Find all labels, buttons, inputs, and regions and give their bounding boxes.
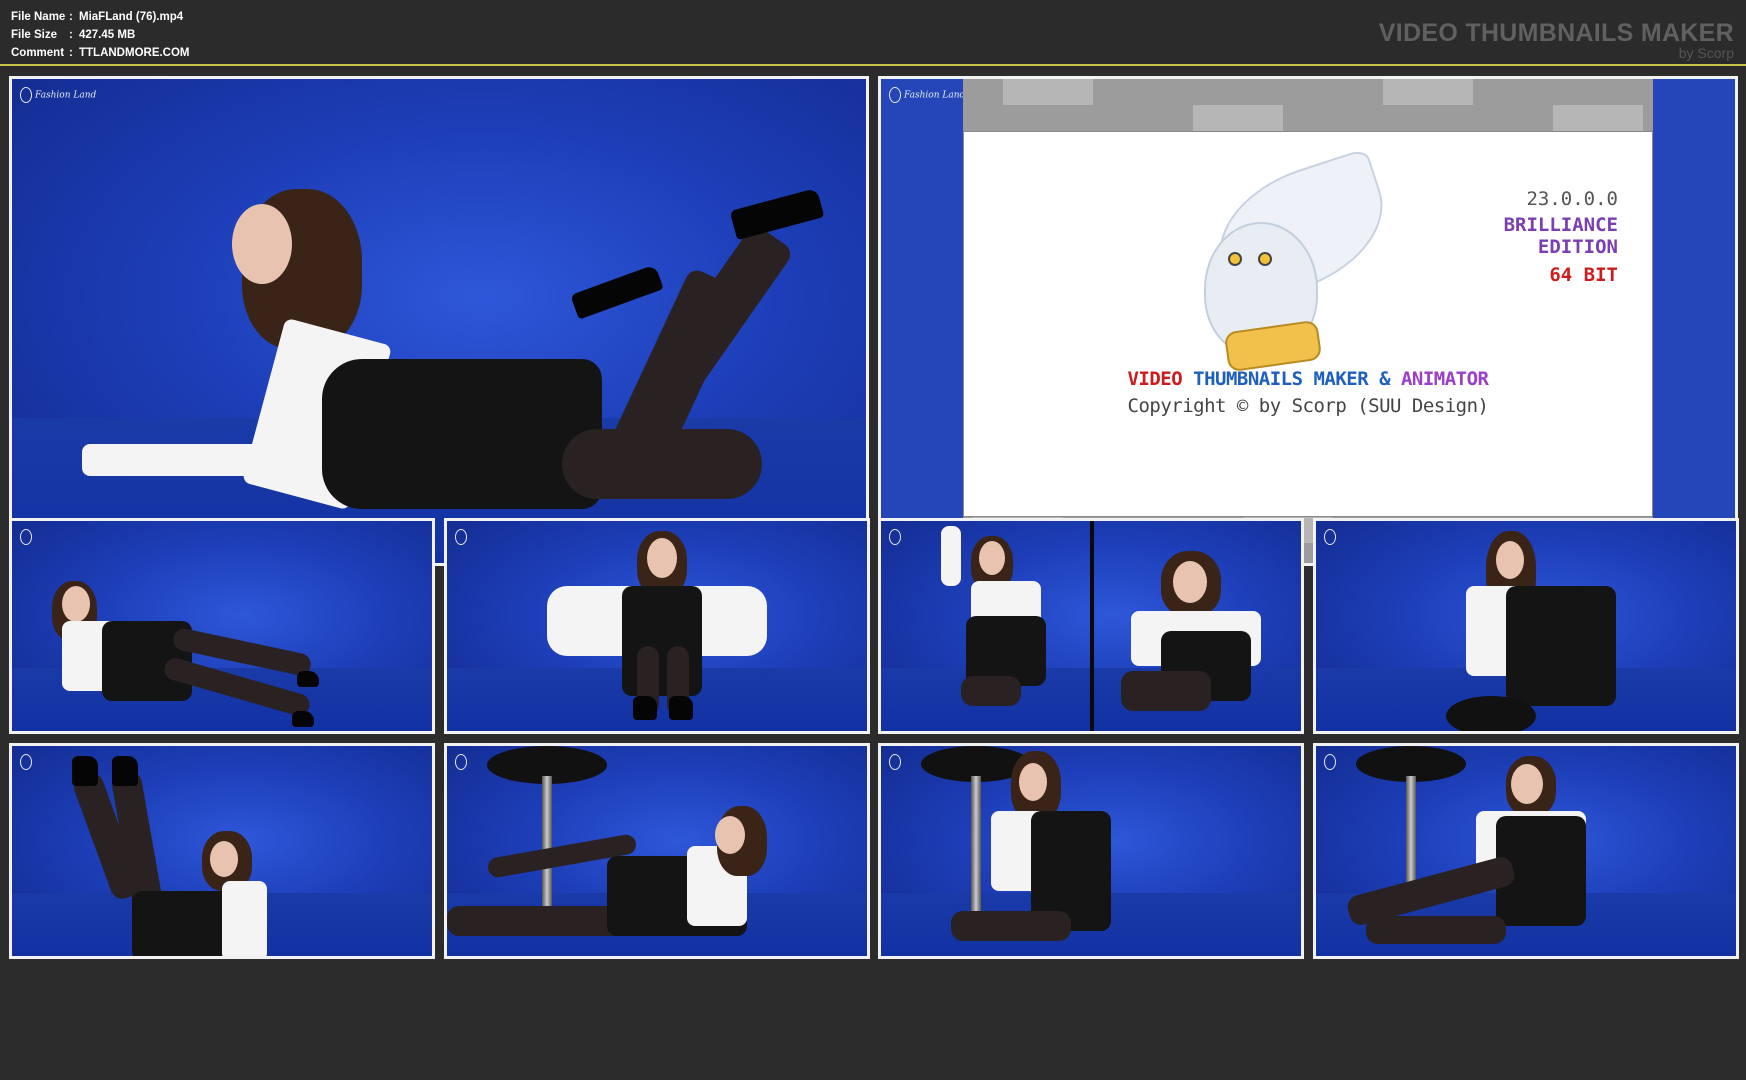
watermark-logo xyxy=(20,754,35,770)
model-figure xyxy=(1345,756,1696,956)
file-size-label: File Size xyxy=(11,29,58,41)
logo-icon xyxy=(455,754,467,770)
info-header: File Name : MiaFLand (76).mp4 File Size … xyxy=(0,0,1746,66)
model-figure xyxy=(1416,526,1666,731)
thumbnail-row2-4[interactable] xyxy=(1313,518,1739,734)
watermark-logo: Fashion Land xyxy=(20,87,96,103)
comment-value: TTLANDMORE.COM xyxy=(79,47,190,59)
model-figure xyxy=(62,751,302,956)
file-name-label: File Name xyxy=(11,11,66,23)
copyright-text: Copyright © by Scorp (SUU Design) xyxy=(1127,395,1490,417)
model-figure xyxy=(42,179,842,539)
model-figure xyxy=(42,571,362,727)
watermark-logo xyxy=(889,529,904,545)
brand-subtitle: by Scorp xyxy=(1678,45,1734,61)
thumbnail-row3-1[interactable] xyxy=(9,743,435,959)
title-video: VIDEO xyxy=(1127,368,1183,390)
model-figure xyxy=(931,751,1151,956)
model-figure-right xyxy=(1111,551,1291,731)
thumbnail-row2-3[interactable] xyxy=(878,518,1304,734)
model-figure xyxy=(447,806,867,956)
thumbnail-row2-1[interactable] xyxy=(9,518,435,734)
bits-text: 64 BIT xyxy=(1549,264,1618,286)
logo-icon xyxy=(889,87,901,103)
brand-logo: VIDEO THUMBNAILS MAKER by Scorp xyxy=(1379,20,1734,60)
model-figure xyxy=(507,526,807,731)
version-text: 23.0.0.0 xyxy=(1526,188,1618,210)
logo-icon xyxy=(889,529,901,545)
separator: : xyxy=(69,11,73,23)
splash-title: VIDEO THUMBNAILS MAKER & ANIMATOR xyxy=(964,368,1652,390)
watermark-logo xyxy=(455,529,470,545)
brand-title: VIDEO THUMBNAILS MAKER xyxy=(1378,19,1734,47)
model-figure-left xyxy=(921,526,1071,731)
logo-icon xyxy=(20,529,32,545)
logo-text: Fashion Land xyxy=(904,90,966,101)
frame-divider xyxy=(1090,521,1094,731)
logo-icon xyxy=(20,87,32,103)
file-size-value: 427.45 MB xyxy=(79,29,136,41)
splash-card: 23.0.0.0 BRILLIANCE EDITION 64 BIT VIDEO… xyxy=(963,131,1653,517)
thumbnail-row3-4[interactable] xyxy=(1313,743,1739,959)
thumbnail-row3-3[interactable] xyxy=(878,743,1304,959)
watermark-logo xyxy=(889,754,904,770)
logo-text: Fashion Land xyxy=(35,90,97,101)
watermark-logo xyxy=(1324,529,1339,545)
splash-top-band xyxy=(963,79,1653,131)
thumbnail-row3-2[interactable] xyxy=(444,743,870,959)
watermark-logo xyxy=(20,529,35,545)
comment-label: Comment xyxy=(11,47,65,59)
separator: : xyxy=(69,47,73,59)
thumbnail-row2-2[interactable] xyxy=(444,518,870,734)
title-animator: ANIMATOR xyxy=(1400,368,1489,390)
thumbnail-grid: Fashion Land Fashion Land 23.0.0.0 BRILL… xyxy=(0,66,1746,1080)
file-name-value: MiaFLand (76).mp4 xyxy=(79,11,184,23)
watermark-logo xyxy=(455,754,470,770)
separator: : xyxy=(69,29,73,41)
watermark-logo: Fashion Land xyxy=(889,87,965,103)
logo-icon xyxy=(1324,754,1336,770)
thumbnail-large-2[interactable]: Fashion Land 23.0.0.0 BRILLIANCE EDITION… xyxy=(878,76,1738,566)
title-thumbnails: THUMBNAILS MAKER xyxy=(1182,368,1369,390)
logo-icon xyxy=(455,529,467,545)
logo-icon xyxy=(1324,529,1336,545)
logo-icon xyxy=(20,754,32,770)
title-amp: & xyxy=(1368,368,1401,390)
logo-icon xyxy=(889,754,901,770)
watermark-logo xyxy=(1324,754,1339,770)
thumbnail-large-1[interactable]: Fashion Land xyxy=(9,76,869,566)
file-metadata: File Name : MiaFLand (76).mp4 File Size … xyxy=(11,8,190,62)
edition-line1: BRILLIANCE xyxy=(1503,214,1618,236)
edition-line2: EDITION xyxy=(1537,236,1618,258)
